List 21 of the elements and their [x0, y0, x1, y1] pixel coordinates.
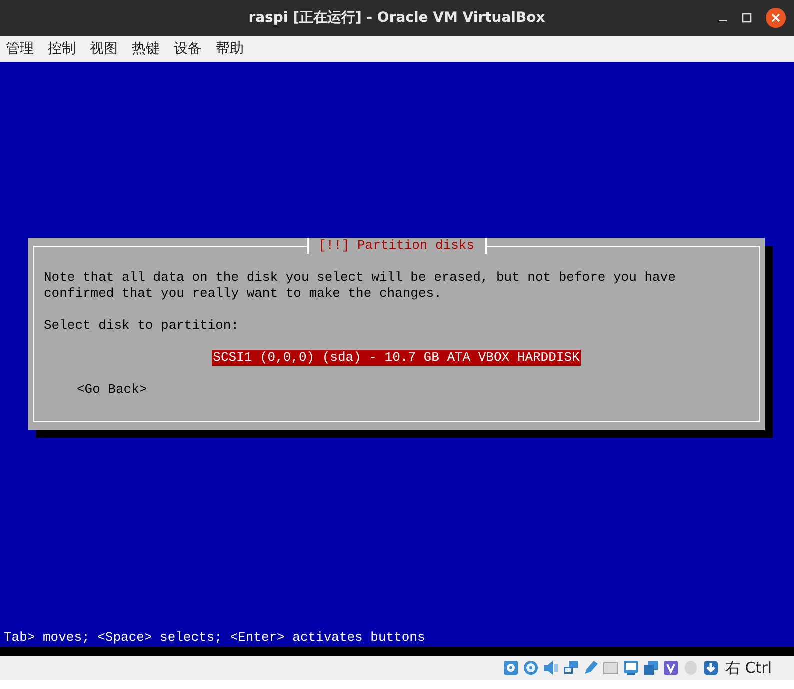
menu-item[interactable]: 帮助 [216, 40, 244, 58]
host-key-label: 右 Ctrl [726, 658, 772, 678]
menu-item[interactable]: 管理 [6, 40, 34, 58]
help-line: Tab> moves; <Space> selects; <Enter> activates buttons [3, 629, 426, 647]
prompt-label: Select disk to partition: [44, 318, 240, 334]
disc-icon[interactable] [522, 660, 539, 676]
monitor-icon[interactable] [622, 660, 639, 676]
network-icon[interactable] [562, 660, 579, 676]
menu-item[interactable]: 控制 [48, 40, 76, 58]
menu-item[interactable]: 视图 [90, 40, 118, 58]
disk-option[interactable]: SCSI1 (0,0,0) (sda) - 10.7 GB ATA VBOX HARDDISK [212, 350, 581, 366]
warning-message: Note that all data on the disk you select will be erased, but not before you have confirmed that you really want to make the changes. [44, 270, 677, 302]
speaker-icon[interactable] [542, 660, 559, 676]
maximize-icon[interactable] [742, 13, 752, 23]
menu-item[interactable]: 设备 [174, 40, 202, 58]
go-back-button[interactable]: <Go Back> [77, 382, 148, 398]
close-icon[interactable] [766, 8, 786, 28]
windows-icon[interactable] [642, 660, 659, 676]
dialog-title: [!!] Partition disks [306, 238, 487, 254]
window-title: raspi [正在运行] - Oracle VM VirtualBox [248, 9, 546, 27]
menu-item[interactable]: 热键 [132, 40, 160, 58]
